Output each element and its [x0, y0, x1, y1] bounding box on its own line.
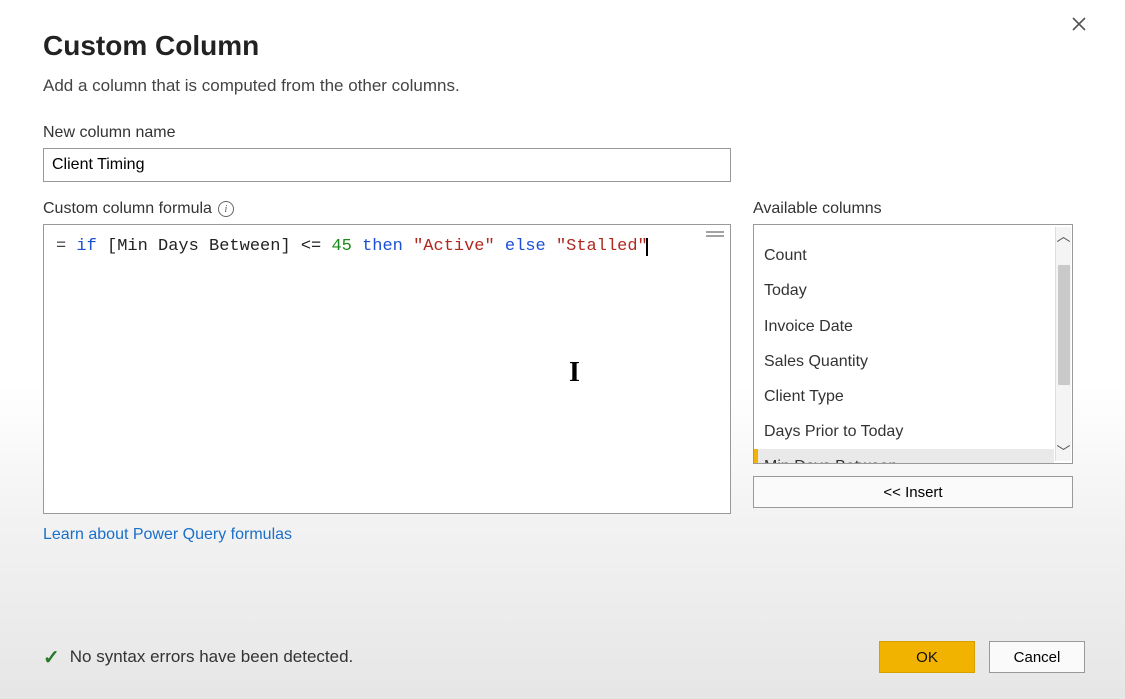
dialog-subtitle: Add a column that is computed from the o… — [43, 76, 1105, 96]
available-columns-list[interactable]: Account NumCountTodayInvoice DateSales Q… — [753, 224, 1073, 464]
operator: <= — [301, 237, 321, 256]
string-active: "Active" — [413, 237, 495, 256]
new-column-name-label: New column name — [43, 124, 1105, 142]
cancel-button[interactable]: Cancel — [989, 641, 1085, 673]
scroll-thumb[interactable] — [1058, 265, 1070, 385]
drag-handle-icon — [706, 231, 724, 237]
insert-button[interactable]: << Insert — [753, 476, 1073, 508]
scroll-up-icon[interactable]: ︿ — [1057, 227, 1071, 245]
close-button[interactable] — [1063, 10, 1095, 40]
list-item[interactable]: Days Prior to Today — [754, 414, 1054, 449]
kw-then: then — [362, 237, 403, 256]
status-message: No syntax errors have been detected. — [70, 647, 354, 667]
cursor-ibeam-icon: I — [569, 353, 580, 392]
list-item[interactable]: Client Type — [754, 379, 1054, 414]
list-item[interactable]: Min Days Between — [754, 449, 1054, 464]
list-item[interactable]: Count — [754, 238, 1054, 273]
kw-else: else — [505, 237, 546, 256]
formula-editor[interactable]: = if [Min Days Between] <= 45 then "Acti… — [43, 224, 731, 514]
list-item[interactable]: Invoice Date — [754, 309, 1054, 344]
scrollbar[interactable]: ︿ ﹀ — [1055, 227, 1071, 461]
info-icon[interactable]: i — [218, 201, 234, 217]
column-ref: [Min Days Between] — [107, 237, 291, 256]
list-item[interactable]: Account Num — [754, 224, 1054, 238]
ok-button[interactable]: OK — [879, 641, 975, 673]
checkmark-icon: ✓ — [43, 645, 60, 670]
text-caret — [646, 238, 648, 256]
scroll-down-icon[interactable]: ﹀ — [1057, 443, 1071, 461]
available-columns-label: Available columns — [753, 200, 1073, 218]
formula-prefix: = — [56, 237, 76, 256]
learn-link[interactable]: Learn about Power Query formulas — [43, 526, 292, 544]
list-item[interactable]: Today — [754, 273, 1054, 308]
kw-if: if — [76, 237, 96, 256]
list-item[interactable]: Sales Quantity — [754, 344, 1054, 379]
number-literal: 45 — [331, 237, 351, 256]
string-stalled: "Stalled" — [556, 237, 648, 256]
dialog-title: Custom Column — [43, 30, 1105, 62]
formula-label: Custom column formula — [43, 200, 212, 218]
new-column-name-input[interactable] — [43, 148, 731, 182]
